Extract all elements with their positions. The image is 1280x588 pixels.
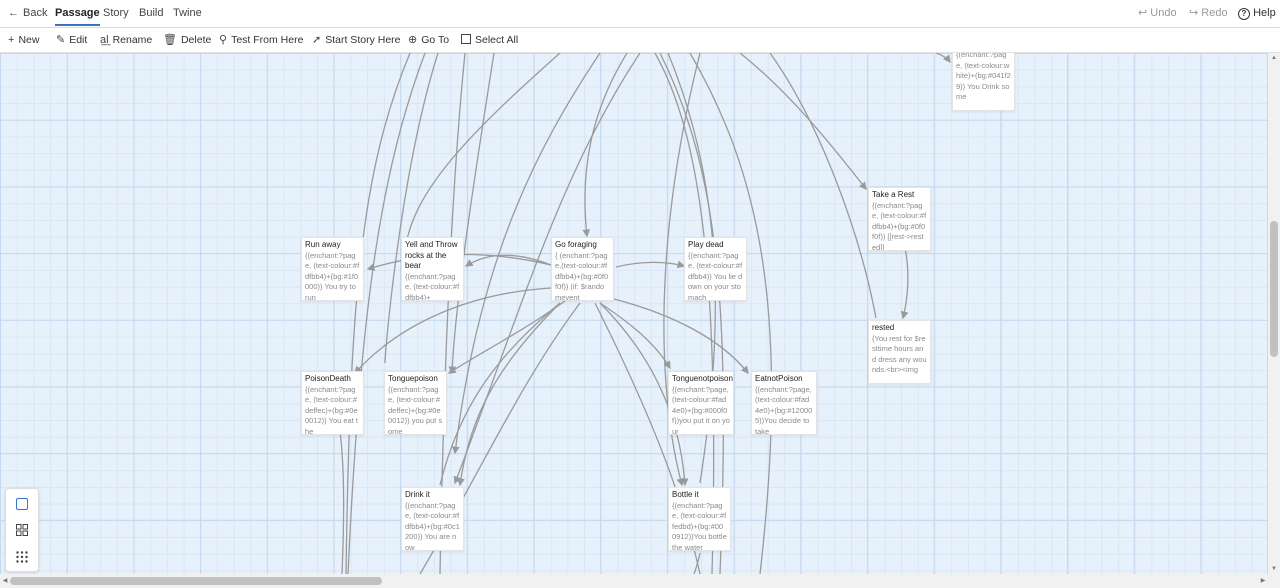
passage-card[interactable]: {(enchant:?page, (text-colour:white)+(bg… [952,53,1015,111]
passage-card-play-dead[interactable]: Play dead {(enchant:?page, (text-colour:… [684,237,747,301]
passage-card-drink-it[interactable]: Drink it {(enchant:?page, (text-colour:#… [401,487,464,551]
select-all-button[interactable]: Select All [461,28,518,52]
delete-button[interactable]: 🗑 Delete [163,28,211,52]
zoom-controls [5,488,39,572]
horizontal-scrollbar[interactable]: ◀ ▶ [0,574,1268,588]
go-to-button[interactable]: ⊕ Go To [408,28,449,52]
horizontal-scroll-thumb[interactable] [10,577,382,585]
passage-card-bottle-it[interactable]: Bottle it {(enchant:?page, (text-colour:… [668,487,731,551]
top-bar: ← Back Passage Story Build Twine ↩ Undo ↪… [0,0,1280,28]
passage-toolbar: + New ✎ Edit a͟l Rename 🗑 Delete ⚲ Test From … [0,28,1280,53]
redo-icon: ↪ [1189,7,1199,19]
edit-button[interactable]: ✎ Edit [56,28,87,52]
passage-card-tongue-poison[interactable]: Tonguepoison {(enchant:?page, (text-colo… [384,371,447,435]
grid-4-icon [16,523,28,536]
undo-icon: ↩ [1138,7,1148,19]
plus-icon: + [8,34,15,46]
passage-card-run-away[interactable]: Run away {(enchant:?page, (text-colour:#… [301,237,364,301]
story-map[interactable]: {(enchant:?page, (text-colour:white)+(bg… [0,53,1268,574]
scroll-right-icon[interactable]: ▶ [1258,574,1268,588]
checkbox-icon [461,34,471,44]
vertical-scrollbar[interactable]: ▲ ▼ [1268,53,1280,574]
vertical-scroll-thumb[interactable] [1270,221,1278,357]
redo-button[interactable]: ↪ Redo [1189,0,1228,27]
passage-card-yell-and-throw[interactable]: Yell and Throw rocks at the bear {(encha… [401,237,464,301]
passage-card-poison-death[interactable]: PoisonDeath {(enchant:?page, (text-colou… [301,371,364,435]
arrow-left-icon: ← [8,7,19,19]
test-icon: ⚲ [219,34,228,46]
start-story-here-button[interactable]: ➚ Start Story Here [312,28,401,52]
tab-build[interactable]: Build [139,0,163,25]
trash-icon: 🗑 [163,34,177,46]
undo-button[interactable]: ↩ Undo [1138,0,1177,27]
new-button[interactable]: + New [8,28,39,52]
scrollbar-corner [1268,574,1280,588]
zoom-60-button[interactable] [6,516,38,543]
passage-card-rested[interactable]: rested {You rest for $resttime hours and… [868,320,931,384]
tab-passage[interactable]: Passage [55,0,100,26]
tab-story[interactable]: Story [103,0,129,25]
passage-card-tongue-not-poison[interactable]: Tonguenotpoison {(enchant:?page, (text-c… [668,371,734,435]
scroll-up-icon[interactable]: ▲ [1268,53,1280,63]
zoom-100-button[interactable] [6,490,38,517]
edit-icon: ✎ [56,34,66,46]
grid-9-icon [16,550,28,563]
passage-card-take-a-rest[interactable]: Take a Rest {(enchant:?page, (text-colou… [868,187,931,251]
passage-links [339,53,951,574]
scroll-left-icon[interactable]: ◀ [0,574,10,588]
tab-twine[interactable]: Twine [173,0,202,25]
rename-button[interactable]: a͟l Rename [100,28,152,52]
rename-icon: a͟l [100,34,109,46]
passage-card-go-foraging[interactable]: Go foraging { (enchant:?page,(text-colou… [551,237,614,301]
square-large-icon [16,497,28,510]
back-button[interactable]: ← Back [8,0,47,25]
test-from-here-button[interactable]: ⚲ Test From Here [219,28,303,52]
target-icon: ⊕ [408,34,418,46]
zoom-30-button[interactable] [6,543,38,570]
help-icon: ? [1238,8,1250,20]
rocket-icon: ➚ [312,34,322,46]
scroll-down-icon[interactable]: ▼ [1268,564,1280,574]
help-button[interactable]: ? Help [1238,0,1276,27]
passage-card-eat-not-poison[interactable]: EatnotPoison {(enchant:?page, (text-colo… [751,371,817,435]
